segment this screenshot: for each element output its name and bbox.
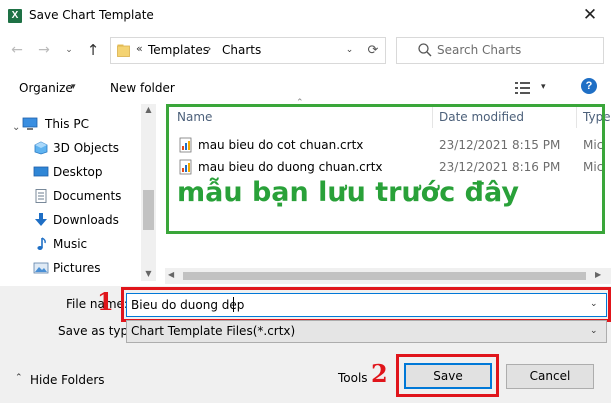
documents-icon xyxy=(35,189,47,203)
sidebar-item-this-pc[interactable]: This PC xyxy=(0,112,140,136)
breadcrumb-charts[interactable]: Charts xyxy=(222,43,261,57)
sidebar-item-documents[interactable]: Documents xyxy=(0,184,140,208)
back-arrow-icon[interactable]: ← xyxy=(8,41,26,59)
breadcrumb-templates[interactable]: Templates xyxy=(148,43,209,57)
view-details-icon[interactable] xyxy=(514,79,532,97)
music-icon xyxy=(37,237,46,250)
chevron-up-icon[interactable]: ⌃ xyxy=(15,373,23,383)
cube-icon xyxy=(34,141,48,155)
horizontal-scroll-thumb[interactable] xyxy=(183,272,586,280)
organize-button[interactable]: Organize xyxy=(19,81,73,95)
cancel-button-label[interactable]: Cancel xyxy=(506,369,594,383)
sidebar-item-pictures[interactable]: Pictures xyxy=(0,256,140,280)
scroll-left-arrow-icon[interactable]: ◀ xyxy=(168,270,174,279)
annotation-red-box-save xyxy=(396,354,499,397)
address-overflow-chevron[interactable]: « xyxy=(136,42,143,55)
annotation-marker-2: 2 xyxy=(371,359,388,388)
scroll-up-arrow-icon[interactable]: ▲ xyxy=(141,104,156,116)
sidebar-scroll-thumb[interactable] xyxy=(143,190,154,230)
chevron-down-icon[interactable]: ▾ xyxy=(71,82,76,92)
window-title: Save Chart Template xyxy=(29,8,154,22)
annotation-red-box-file-name xyxy=(121,287,611,322)
sidebar-item-label: Desktop xyxy=(53,165,103,179)
close-button[interactable]: ✕ xyxy=(575,2,605,28)
tools-button[interactable]: Tools xyxy=(338,371,368,385)
sidebar-item-3d-objects[interactable]: 3D Objects xyxy=(0,136,140,160)
search-icon xyxy=(418,43,432,57)
sidebar-item-label: Music xyxy=(53,237,88,251)
sidebar-item-music[interactable]: Music xyxy=(0,232,140,256)
view-dropdown-icon[interactable]: ▾ xyxy=(541,82,546,92)
scroll-down-arrow-icon[interactable]: ▼ xyxy=(141,266,156,281)
sidebar-item-label: Downloads xyxy=(53,213,119,227)
new-folder-button[interactable]: New folder xyxy=(110,81,175,95)
sidebar-item-label: Pictures xyxy=(53,261,101,275)
sidebar-item-label: This PC xyxy=(45,117,89,131)
breadcrumb-separator[interactable]: › xyxy=(207,42,211,55)
folder-icon xyxy=(117,44,130,57)
sidebar-item-desktop[interactable]: Desktop xyxy=(0,160,140,184)
scroll-right-arrow-icon[interactable]: ▶ xyxy=(595,270,601,279)
chevron-down-icon[interactable]: ⌄ xyxy=(590,326,598,336)
save-as-type-value[interactable]: Chart Template Files(*.crtx) xyxy=(131,324,295,338)
pictures-icon xyxy=(33,262,49,274)
recent-locations-chevron-icon[interactable]: ⌄ xyxy=(60,41,78,59)
excel-icon: X xyxy=(8,9,22,23)
search-input[interactable]: Search Charts xyxy=(437,43,521,57)
annotation-marker-1: 1 xyxy=(97,287,114,316)
sidebar-item-label: Documents xyxy=(53,189,122,203)
annotation-text: mẫu bạn lưu trước đây xyxy=(177,177,519,208)
hide-folders-button[interactable]: Hide Folders xyxy=(30,373,105,387)
refresh-icon[interactable]: ⟳ xyxy=(362,37,384,64)
up-arrow-icon[interactable]: ↑ xyxy=(84,41,102,59)
forward-arrow-icon[interactable]: → xyxy=(35,41,53,59)
desktop-icon xyxy=(33,166,49,177)
downloads-icon xyxy=(35,213,47,226)
sidebar-item-downloads[interactable]: Downloads xyxy=(0,208,140,232)
sidebar-item-label: 3D Objects xyxy=(53,141,120,155)
annotation-green-box xyxy=(166,104,605,234)
address-dropdown-icon[interactable]: ⌄ xyxy=(341,37,358,64)
computer-icon xyxy=(22,117,38,130)
help-icon[interactable]: ? xyxy=(581,78,597,94)
